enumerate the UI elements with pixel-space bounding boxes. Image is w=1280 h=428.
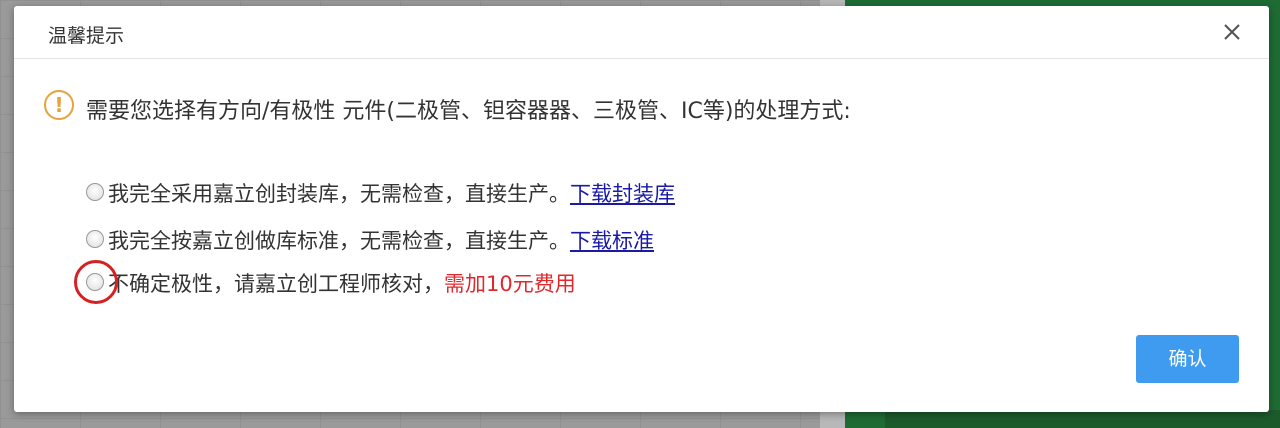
download-standard-link[interactable]: 下载标准: [570, 229, 654, 253]
notice-dialog: 温馨提示 ! 需要您选择有方向/有极性 元件(二极管、钽容器器、三极管、IC等)…: [14, 6, 1269, 412]
option-label: 不确定极性，请嘉立创工程师核对，需加10元费用: [108, 272, 576, 296]
extra-fee-text: 需加10元费用: [444, 272, 576, 296]
background-pcb-strip: [885, 410, 1280, 428]
option-label: 我完全按嘉立创做库标准，无需检查，直接生产。下载标准: [108, 229, 654, 253]
question-text: 需要您选择有方向/有极性 元件(二极管、钽容器器、三极管、IC等)的处理方式:: [86, 99, 851, 124]
close-icon[interactable]: [1221, 21, 1243, 43]
warning-icon: !: [44, 90, 74, 120]
dialog-title: 温馨提示: [48, 25, 125, 47]
option-label: 我完全采用嘉立创封装库，无需检查，直接生产。下载封装库: [108, 182, 675, 206]
dialog-header: 温馨提示: [14, 6, 1269, 59]
confirm-button[interactable]: 确认: [1136, 335, 1239, 383]
radio-follow-standard[interactable]: [86, 230, 104, 248]
radio-use-library[interactable]: [86, 183, 104, 201]
highlight-circle: [74, 260, 118, 304]
download-library-link[interactable]: 下载封装库: [570, 182, 675, 206]
